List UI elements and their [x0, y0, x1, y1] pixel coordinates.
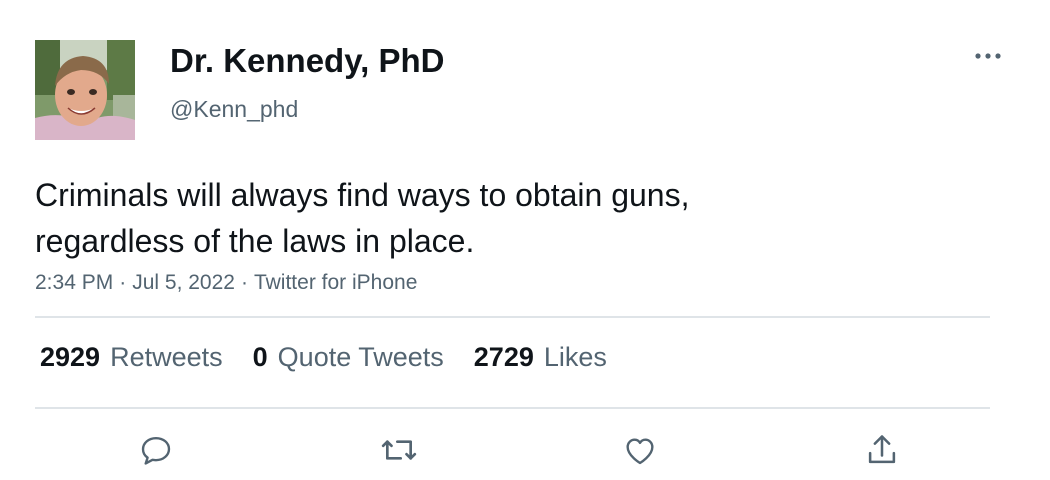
tweet-source[interactable]: Twitter for iPhone	[254, 271, 417, 294]
more-options-button[interactable]	[966, 38, 1010, 74]
likes-label: Likes	[543, 342, 607, 372]
retweets-count: 2929	[40, 342, 101, 372]
avatar[interactable]	[35, 40, 135, 140]
tweet-text-line: Criminals will always find ways to obtai…	[35, 177, 690, 213]
engagement-stats: 2929 Retweets 0 Quote Tweets 2729 Likes	[40, 342, 637, 373]
username-handle[interactable]: @Kenn_phd	[170, 96, 298, 123]
display-name[interactable]: Dr. Kennedy, PhD	[170, 42, 444, 80]
separator: ·	[119, 271, 127, 294]
tweet-card: Dr. Kennedy, PhD @Kenn_phd Criminals wil…	[0, 0, 1050, 480]
share-icon	[868, 435, 896, 464]
reply-icon	[141, 436, 171, 465]
more-horizontal-icon	[975, 53, 1001, 59]
retweet-icon	[381, 440, 417, 460]
tweet-text-line: regardless of the laws in place.	[35, 223, 475, 259]
share-button[interactable]	[860, 428, 904, 472]
reply-button[interactable]	[134, 428, 178, 472]
tweet-metadata: 2:34 PM · Jul 5, 2022 · Twitter for iPhone	[35, 271, 417, 295]
likes-count: 2729	[473, 342, 534, 372]
divider	[35, 407, 990, 409]
like-button[interactable]	[618, 428, 662, 472]
quote-tweets-label: Quote Tweets	[277, 342, 444, 372]
likes-stat[interactable]: 2729 Likes	[474, 342, 607, 373]
separator: ·	[240, 271, 248, 294]
retweet-button[interactable]	[377, 428, 421, 472]
profile-photo	[35, 40, 135, 140]
tweet-date[interactable]: Jul 5, 2022	[132, 271, 235, 294]
like-icon	[626, 438, 654, 465]
quote-tweets-stat[interactable]: 0 Quote Tweets	[253, 342, 444, 373]
tweet-time[interactable]: 2:34 PM	[35, 271, 113, 294]
tweet-text: Criminals will always find ways to obtai…	[35, 172, 935, 264]
retweets-stat[interactable]: 2929 Retweets	[40, 342, 223, 373]
tweet-actions-bar	[0, 428, 1050, 472]
divider	[35, 316, 990, 318]
retweets-label: Retweets	[110, 342, 223, 372]
quote-tweets-count: 0	[252, 342, 268, 372]
